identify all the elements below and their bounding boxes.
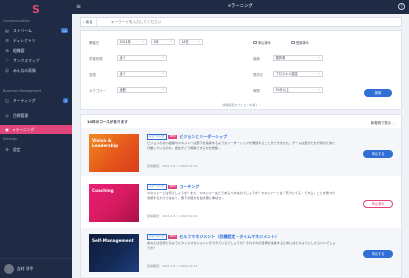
meeting-icon: ◫ [5, 98, 9, 103]
goal-icon: ◎ [5, 113, 9, 118]
sidebar-item-label: みんなの表情 [13, 67, 36, 73]
new-badge: NEW [168, 185, 178, 189]
language-select[interactable]: 全て [117, 71, 167, 77]
course-title[interactable]: コーチング [179, 184, 199, 190]
lecturer-label: 講師 [253, 57, 260, 61]
stream-count-badge: 12 [61, 28, 68, 33]
day-select[interactable]: 18日 [179, 39, 203, 45]
course-description: ビジョンのない組織やマネジャーは部下を指導するようなリーダーシップを発揮すること… [147, 141, 336, 150]
apply-button[interactable]: 申込する [363, 250, 393, 258]
sidebar-item-goals[interactable]: ◎ 目標管理 [0, 111, 72, 120]
provider-label: 提供元 [253, 73, 264, 77]
course-tags: eラーニング NEW ビジョンとリーダーシップ [147, 134, 227, 140]
viewed-checkbox[interactable]: 受講済み [291, 40, 309, 45]
thanks-map-icon: ♡ [5, 58, 9, 63]
category-tag: eラーニング [147, 234, 167, 240]
sidebar: S Communication ▤ ストリーム 12 ☰ ディレクトリ ⊞ 組織… [0, 0, 72, 278]
top-bar: ≡ eラーニング ? [72, 0, 409, 14]
new-badge: NEW [168, 235, 178, 239]
search-input[interactable] [111, 19, 361, 25]
avatar [4, 263, 14, 274]
results-panel: 10件のコースがあります 新着順で表示 Vision & Leadership … [80, 114, 402, 278]
org-chart-icon: ⊞ [5, 48, 9, 53]
course-thumbnail[interactable]: Self-Management [89, 234, 139, 272]
course-period: 受講期間：2021.4.5 〜 2022.02.14 [147, 164, 198, 168]
sidebar-item-label: ディレクトリ [13, 37, 36, 43]
sidebar-item-label: ストリーム [13, 27, 32, 33]
search-bar: ‹ 戻る [80, 17, 402, 27]
sidebar-item-label: 目標管理 [13, 112, 29, 118]
back-button[interactable]: ‹ 戻る [81, 18, 97, 26]
user-name: 吉村 洋平 [17, 265, 34, 271]
category-select[interactable]: 全般 [117, 87, 167, 93]
help-icon[interactable]: ? [398, 3, 405, 10]
sidebar-item-elearning[interactable]: ▣ eラーニング [0, 125, 72, 134]
duration-select[interactable]: 30分以上 [273, 87, 323, 93]
sidebar-item-label: 設定 [13, 146, 21, 152]
language-label: 言語 [89, 73, 96, 77]
sidebar-item-settings[interactable]: ⚙ 設定 [0, 145, 72, 154]
applied-checkbox[interactable]: 申込済み [253, 40, 271, 45]
format-select[interactable]: 全て [117, 55, 167, 61]
sidebar-item-label: ミーティング [13, 97, 36, 103]
lecturer-select[interactable]: 選択済 [273, 55, 323, 61]
course-period: 受講期間：2021.4.5 〜 2022.02.14 [147, 214, 198, 218]
list-item[interactable]: Coaching eラーニング NEW コーチング マネジャーとは何でしょうか？… [81, 178, 401, 226]
category-tag: eラーニング [147, 134, 167, 140]
stream-icon: ▤ [5, 28, 9, 33]
sidebar-item-meeting[interactable]: ◫ ミーティング 2 [0, 96, 72, 105]
sidebar-item-label: eラーニング [13, 126, 35, 132]
user-profile[interactable]: 吉村 洋平 [0, 258, 72, 278]
apply-button[interactable]: 申込する [363, 150, 393, 158]
provider-select[interactable]: プロスキル認定 [273, 71, 323, 77]
new-badge: NEW [168, 135, 178, 139]
course-description: あなたは日頃どのようにタイムマネジメントができているでしょうか？それぞれの目標を… [147, 241, 336, 250]
course-thumbnail[interactable]: Vision & Leadership [89, 134, 139, 172]
course-title[interactable]: セルフマネジメント（目標設定・タイムマネジメント） [179, 234, 279, 240]
applied-button[interactable]: 申込済み [363, 200, 393, 208]
settings-icon: ⚙ [5, 147, 9, 152]
duration-label: 時間 [253, 89, 260, 93]
meeting-count-badge: 2 [63, 98, 68, 103]
sidebar-item-label: サンクスマップ [13, 57, 40, 63]
advanced-options-toggle[interactable]: 詳細検索オプションを開く ⌄ [81, 103, 403, 107]
checkbox-box [253, 40, 257, 45]
applied-checkbox-label: 申込済み [258, 41, 271, 45]
filter-panel: 開催日 2021年 9月 18日 申込済み 受講済み 学習形態 全て 講師 選択… [80, 30, 402, 110]
results-count: 10件のコースがあります [87, 120, 128, 124]
format-label: 学習形態 [89, 57, 103, 61]
directory-icon: ☰ [5, 38, 9, 43]
course-description: マネジャーとは何でしょうか？また、マネジャーはどうあるべきなのでしょうか？マネジ… [147, 191, 336, 200]
sidebar-item-directory[interactable]: ☰ ディレクトリ [0, 36, 72, 45]
course-title[interactable]: ビジョンとリーダーシップ [179, 134, 227, 140]
course-tags: eラーニング NEW セルフマネジメント（目標設定・タイムマネジメント） [147, 234, 279, 240]
sidebar-item-faces[interactable]: ☺ みんなの表情 [0, 66, 72, 75]
app-logo[interactable]: S [30, 3, 42, 16]
viewed-checkbox-label: 受講済み [296, 41, 309, 45]
elearning-icon: ▣ [5, 127, 9, 132]
period-label: 開催日 [89, 41, 100, 45]
faces-icon: ☺ [4, 68, 10, 73]
course-thumbnail[interactable]: Coaching [89, 184, 139, 222]
checkbox-box [291, 40, 295, 45]
section-communication-label: Communication [3, 19, 30, 23]
list-item[interactable]: Self-Management eラーニング NEW セルフマネジメント（目標設… [81, 228, 401, 276]
category-label: カテゴリー [89, 89, 106, 93]
page-title: eラーニング [228, 4, 253, 9]
course-tags: eラーニング NEW コーチング [147, 184, 199, 190]
year-select[interactable]: 2021年 [117, 39, 147, 45]
search-button[interactable]: 検索 [364, 89, 392, 97]
list-item[interactable]: Vision & Leadership eラーニング NEW ビジョンとリーダー… [81, 128, 401, 176]
month-select[interactable]: 9月 [151, 39, 175, 45]
sidebar-item-thanks-map[interactable]: ♡ サンクスマップ [0, 56, 72, 65]
sort-select[interactable]: 新着順で表示 [371, 120, 395, 125]
section-settings-label: Settings [3, 137, 17, 141]
section-business-label: Business Management [3, 89, 42, 93]
sidebar-item-stream[interactable]: ▤ ストリーム 12 [0, 26, 72, 35]
category-tag: eラーニング [147, 184, 167, 190]
sidebar-item-label: 組織図 [13, 47, 25, 53]
course-period: 受講期間：2021.4.5 〜 2022.02.14 [147, 264, 198, 268]
sidebar-item-org-chart[interactable]: ⊞ 組織図 [0, 46, 72, 55]
